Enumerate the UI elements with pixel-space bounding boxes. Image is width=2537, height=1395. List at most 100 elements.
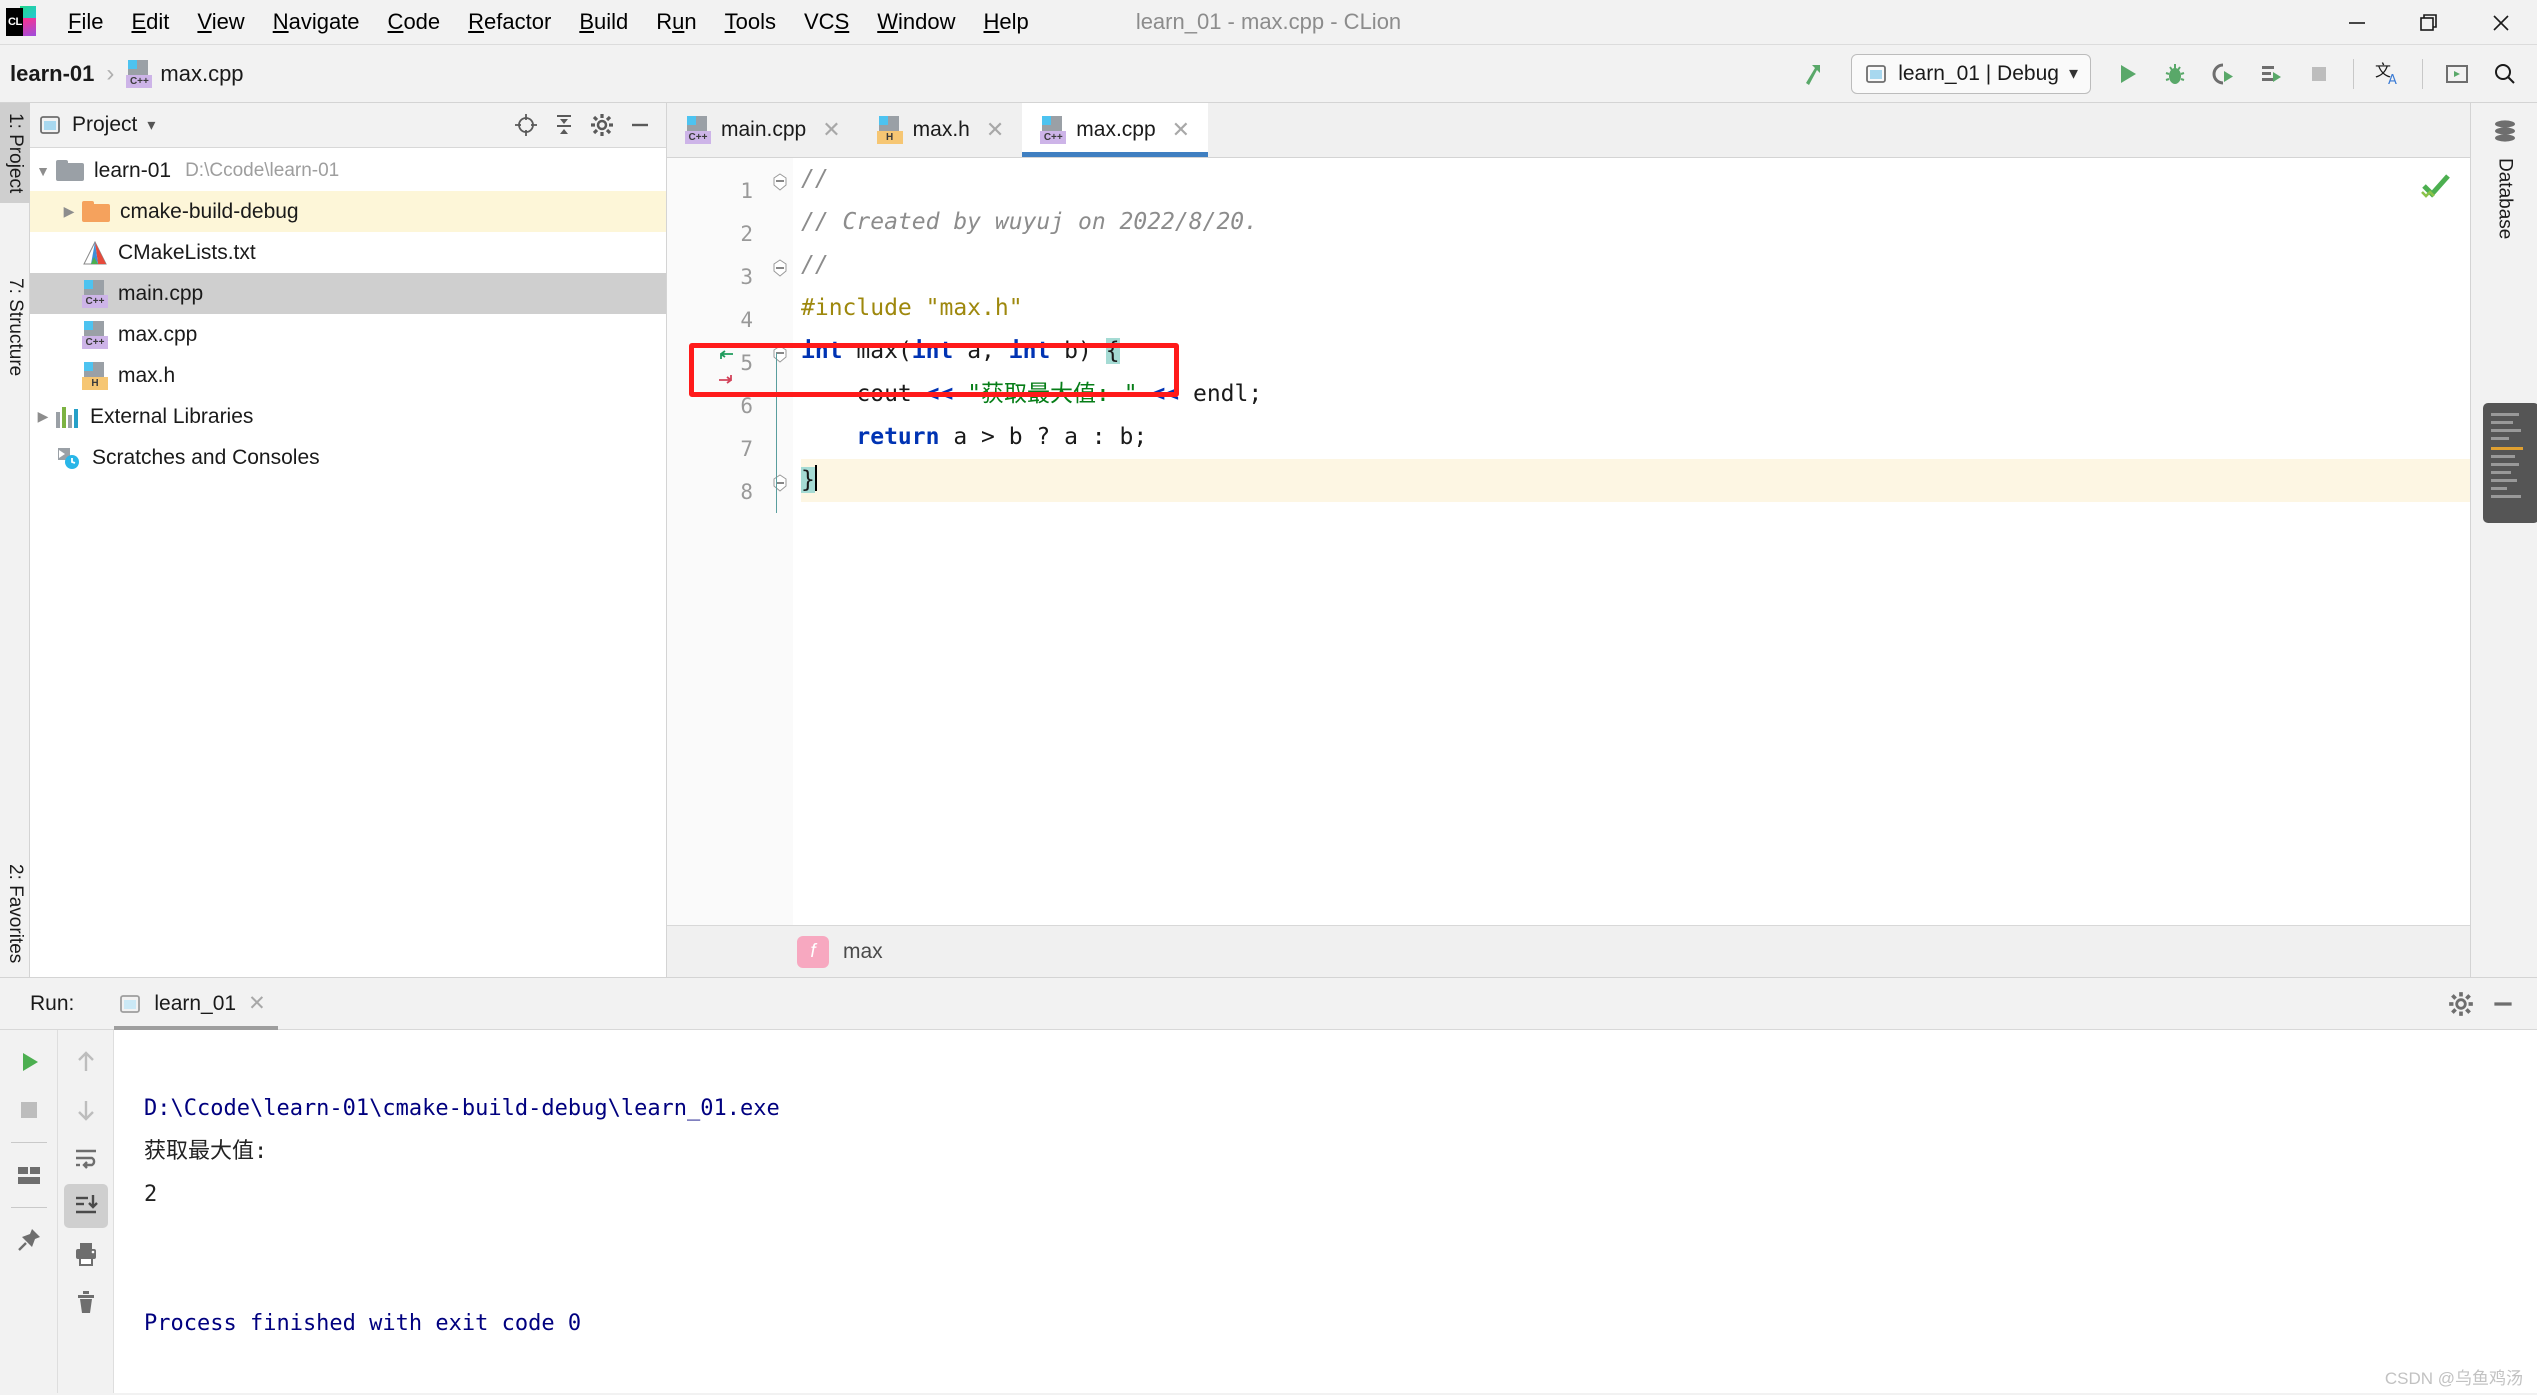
- rerun-icon[interactable]: [7, 1040, 51, 1084]
- search-icon[interactable]: [2483, 52, 2527, 96]
- sidebar-item-project-label: 1: Project: [5, 113, 26, 194]
- minimize-button[interactable]: [2321, 0, 2393, 45]
- stop-icon: [7, 1088, 51, 1132]
- close-icon[interactable]: ✕: [986, 117, 1004, 143]
- implement-arrow-right-icon[interactable]: [715, 368, 737, 389]
- inspection-ok-icon[interactable]: [2420, 172, 2452, 215]
- tree-item-max-cpp[interactable]: C++ max.cpp: [30, 314, 666, 355]
- terminal-icon[interactable]: [2435, 52, 2479, 96]
- menu-build[interactable]: Build: [565, 7, 642, 37]
- close-button[interactable]: [2465, 0, 2537, 45]
- cpp-file-icon: C++: [82, 279, 108, 308]
- menu-edit[interactable]: Edit: [117, 7, 183, 37]
- tree-item-external-libraries[interactable]: ▶ External Libraries: [30, 396, 666, 437]
- close-icon[interactable]: ✕: [1172, 117, 1190, 143]
- folder-icon: [82, 201, 110, 222]
- breadcrumb-file[interactable]: C++ max.cpp: [126, 59, 244, 88]
- fold-marker-icon[interactable]: [772, 173, 788, 191]
- breadcrumb-file-label: max.cpp: [160, 60, 244, 86]
- menu-view[interactable]: View: [183, 7, 258, 37]
- soft-wrap-icon[interactable]: [64, 1136, 108, 1180]
- menu-run[interactable]: Run: [642, 7, 710, 37]
- console-line: D:\Ccode\learn-01\cmake-build-debug\lear…: [144, 1096, 780, 1121]
- tree-item-label: Scratches and Consoles: [92, 445, 320, 469]
- cpp-file-icon: C++: [685, 116, 711, 144]
- sidebar-item-structure[interactable]: 7: Structure: [0, 268, 30, 386]
- run-configuration-selector[interactable]: learn_01 | Debug ▾: [1851, 53, 2091, 94]
- locate-icon[interactable]: [508, 107, 544, 143]
- clear-all-icon[interactable]: [64, 1280, 108, 1324]
- run-config-icon: [120, 994, 141, 1013]
- code-line-4: #include "max.h": [801, 295, 1023, 321]
- tree-item-label: External Libraries: [90, 404, 254, 428]
- tree-item-learn-01[interactable]: ▼ learn-01 D:\Ccode\learn-01: [30, 150, 666, 191]
- scroll-to-end-icon[interactable]: [63, 1184, 108, 1228]
- menu-help[interactable]: Help: [970, 7, 1043, 37]
- toolbar-divider: [2353, 58, 2354, 89]
- menu-window[interactable]: Window: [863, 7, 969, 37]
- editor-minimap[interactable]: [2483, 403, 2537, 523]
- down-arrow-icon[interactable]: [64, 1088, 108, 1132]
- cpp-file-icon: C++: [126, 59, 153, 88]
- expand-arrow-icon[interactable]: ▼: [30, 163, 56, 179]
- profile-icon[interactable]: [2249, 52, 2293, 96]
- menu-tools[interactable]: Tools: [711, 7, 790, 37]
- line-number: 2: [740, 222, 753, 246]
- sidebar-item-favorites[interactable]: 2: Favorites: [0, 854, 30, 973]
- fold-marker-icon[interactable]: [772, 345, 788, 363]
- pin-tab-icon[interactable]: [7, 1218, 51, 1262]
- project-panel-header: Project ▾: [30, 103, 666, 148]
- menu-file[interactable]: File: [54, 7, 117, 37]
- close-icon[interactable]: ✕: [248, 991, 266, 1016]
- menu-navigate[interactable]: Navigate: [259, 7, 374, 37]
- settings-gear-icon[interactable]: [584, 107, 620, 143]
- project-tree[interactable]: ▼ learn-01 D:\Ccode\learn-01 ▶ cmake-bui…: [30, 148, 666, 977]
- fold-column[interactable]: [767, 158, 793, 925]
- print-icon[interactable]: [64, 1232, 108, 1276]
- translate-icon[interactable]: 文 A: [2366, 52, 2410, 96]
- sidebar-item-database[interactable]: Database: [2471, 117, 2537, 239]
- fold-marker-icon[interactable]: [772, 474, 788, 492]
- tree-item-cmake-build-debug[interactable]: ▶ cmake-build-debug: [30, 191, 666, 232]
- tree-item-cmakelists[interactable]: CMakeLists.txt: [30, 232, 666, 273]
- hide-panel-icon[interactable]: [2485, 986, 2521, 1022]
- up-arrow-icon[interactable]: [64, 1040, 108, 1084]
- hide-icon[interactable]: [622, 107, 658, 143]
- run-icon[interactable]: [2105, 52, 2149, 96]
- close-icon[interactable]: ✕: [822, 117, 840, 143]
- chevron-down-icon[interactable]: ▾: [2069, 63, 2078, 84]
- code-line-5: int max(int a, int b) {: [801, 338, 1120, 364]
- tree-item-max-h[interactable]: H max.h: [30, 355, 666, 396]
- code-editor[interactable]: 1 2 3 4 5 6 7 8 // // Created by wuyuj o…: [667, 158, 2470, 925]
- collapse-all-icon[interactable]: [546, 107, 582, 143]
- editor-breadcrumb[interactable]: f max: [667, 925, 2470, 977]
- editor-gutter[interactable]: 1 2 3 4 5 6 7 8: [667, 158, 767, 925]
- run-with-coverage-icon[interactable]: [2201, 52, 2245, 96]
- menu-refactor[interactable]: Refactor: [454, 7, 565, 37]
- run-console-output[interactable]: D:\Ccode\learn-01\cmake-build-debug\lear…: [114, 1030, 2537, 1393]
- expand-arrow-icon[interactable]: ▶: [30, 408, 56, 425]
- debug-icon[interactable]: [2153, 52, 2197, 96]
- build-hammer-icon[interactable]: [1793, 52, 1837, 96]
- menu-bar[interactable]: File Edit View Navigate Code Refactor Bu…: [54, 7, 1043, 37]
- code-line-8: }: [801, 459, 2470, 502]
- project-tool-window: Project ▾ ▼ learn-01 D:\Ccode\learn-01 ▶…: [30, 103, 667, 977]
- sidebar-item-project[interactable]: 1: Project: [0, 103, 30, 204]
- tree-item-main-cpp[interactable]: C++ main.cpp: [30, 273, 666, 314]
- tab-max-cpp[interactable]: C++ max.cpp ✕: [1022, 103, 1209, 157]
- layout-icon[interactable]: [7, 1153, 51, 1197]
- maximize-restore-button[interactable]: [2393, 0, 2465, 45]
- tab-main-cpp[interactable]: C++ main.cpp ✕: [667, 103, 859, 157]
- expand-arrow-icon[interactable]: ▶: [56, 203, 82, 220]
- run-tab-learn-01[interactable]: learn_01 ✕: [114, 978, 279, 1030]
- tab-max-h[interactable]: H max.h ✕: [858, 103, 1023, 157]
- menu-code[interactable]: Code: [374, 7, 455, 37]
- breadcrumb-project[interactable]: learn-01: [10, 61, 94, 87]
- menu-vcs[interactable]: VCS: [790, 7, 863, 37]
- code-text[interactable]: // // Created by wuyuj on 2022/8/20. // …: [793, 158, 2470, 925]
- fold-marker-icon[interactable]: [772, 259, 788, 277]
- code-line-6: cout << "获取最大值: " << endl;: [801, 381, 1263, 407]
- settings-gear-icon[interactable]: [2443, 986, 2479, 1022]
- tree-item-scratches[interactable]: Scratches and Consoles: [30, 437, 666, 478]
- chevron-down-icon[interactable]: ▾: [147, 115, 155, 135]
